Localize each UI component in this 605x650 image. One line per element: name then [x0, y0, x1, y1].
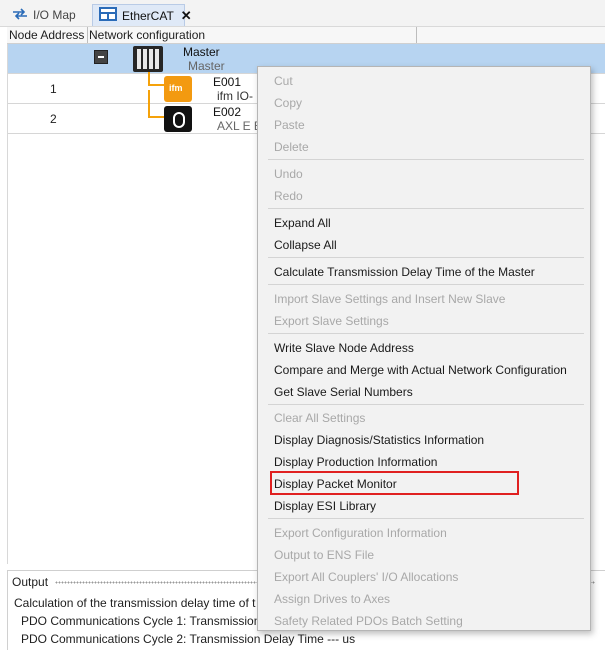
menu-separator	[268, 284, 584, 285]
tab-io-map-label: I/O Map	[33, 8, 76, 22]
menu-separator	[268, 208, 584, 209]
menu-item-safety-pdo-batch: Safety Related PDOs Batch Setting	[274, 614, 463, 628]
tab-ethercat[interactable]: EtherCAT ✕	[92, 4, 192, 26]
output-line: Calculation of the transmission delay ti…	[14, 596, 256, 610]
menu-item-copy: Copy	[274, 96, 303, 110]
menu-item-delete: Delete	[274, 140, 309, 154]
menu-item-display-production-info[interactable]: Display Production Information	[274, 454, 437, 470]
column-header-row: Node Address Network configuration	[7, 27, 605, 44]
menu-item-import-slave-settings: Import Slave Settings and Insert New Sla…	[274, 292, 506, 306]
column-header-node-address[interactable]: Node Address	[9, 28, 84, 42]
highlight-box	[270, 471, 519, 495]
menu-separator	[268, 333, 584, 334]
axl-device-icon	[164, 106, 192, 132]
menu-item-write-node-address[interactable]: Write Slave Node Address	[274, 340, 414, 356]
column-divider[interactable]	[87, 27, 88, 43]
output-line: PDO Communications Cycle 2: Transmission…	[21, 632, 356, 646]
slave-name: E001	[213, 75, 242, 89]
tab-ethercat-label: EtherCAT	[122, 8, 174, 23]
menu-separator	[268, 404, 584, 405]
menu-item-undo: Undo	[274, 167, 303, 181]
menu-item-output-ens-file: Output to ENS File	[274, 548, 375, 562]
ethercat-icon	[99, 7, 117, 24]
node-address: 1	[50, 82, 57, 96]
tree-connector	[148, 72, 164, 86]
ifm-device-icon	[164, 76, 192, 102]
menu-item-redo: Redo	[274, 189, 303, 203]
tree-connector	[148, 90, 164, 118]
master-subtitle: Master	[188, 59, 225, 73]
menu-separator	[268, 257, 584, 258]
menu-separator	[268, 518, 584, 519]
master-controller-icon	[133, 46, 163, 72]
menu-item-assign-drives: Assign Drives to Axes	[274, 592, 391, 606]
context-menu: Cut Copy Paste Delete Undo Redo Expand A…	[257, 66, 591, 631]
document-tab-bar: I/O Map EtherCAT ✕	[0, 0, 605, 27]
menu-item-compare-merge[interactable]: Compare and Merge with Actual Network Co…	[274, 362, 567, 378]
menu-item-export-couplers: Export All Couplers' I/O Allocations	[274, 570, 459, 584]
tab-io-map[interactable]: I/O Map	[6, 4, 88, 26]
column-divider[interactable]	[416, 27, 417, 43]
menu-item-paste: Paste	[274, 118, 305, 132]
menu-item-calculate-delay[interactable]: Calculate Transmission Delay Time of the…	[274, 264, 535, 280]
menu-item-cut: Cut	[274, 74, 293, 88]
menu-item-export-configuration: Export Configuration Information	[274, 526, 447, 540]
menu-separator	[268, 159, 584, 160]
collapse-icon[interactable]	[94, 50, 108, 64]
arrows-swap-icon	[12, 7, 28, 23]
column-header-network-configuration[interactable]: Network configuration	[89, 28, 205, 42]
output-title: Output	[12, 575, 49, 589]
menu-item-display-esi-library[interactable]: Display ESI Library	[274, 498, 376, 514]
menu-item-collapse-all[interactable]: Collapse All	[274, 237, 337, 253]
slave-subtitle: ifm IO-	[217, 89, 253, 103]
menu-item-display-diagnosis[interactable]: Display Diagnosis/Statistics Information	[274, 432, 484, 448]
menu-item-get-serial-numbers[interactable]: Get Slave Serial Numbers	[274, 384, 413, 400]
menu-item-export-slave-settings: Export Slave Settings	[274, 314, 389, 328]
output-line: PDO Communications Cycle 1: Transmission	[21, 614, 261, 628]
slave-subtitle: AXL E E	[217, 119, 262, 133]
slave-name: E002	[213, 105, 242, 119]
master-name: Master	[183, 45, 220, 59]
menu-item-clear-all-settings: Clear All Settings	[274, 411, 366, 425]
menu-item-expand-all[interactable]: Expand All	[274, 215, 331, 231]
node-address: 2	[50, 112, 57, 126]
close-icon[interactable]: ✕	[181, 8, 192, 24]
